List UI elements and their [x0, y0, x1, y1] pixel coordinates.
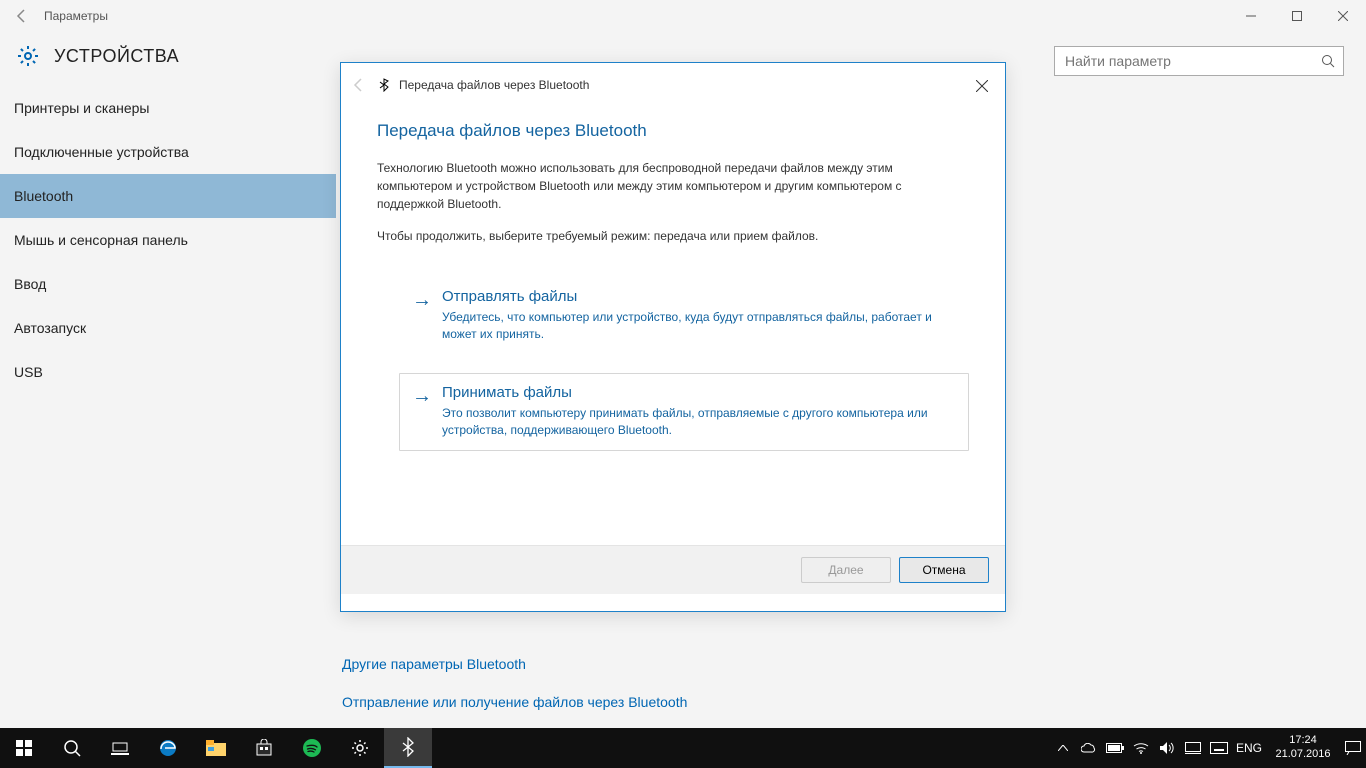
close-button[interactable]	[1320, 0, 1366, 32]
minimize-button[interactable]	[1228, 0, 1274, 32]
start-button[interactable]	[0, 728, 48, 768]
dialog-paragraph-1: Технологию Bluetooth можно использовать …	[377, 159, 969, 213]
edge-icon[interactable]	[144, 728, 192, 768]
settings-titlebar: Параметры	[0, 0, 1366, 32]
page-title: УСТРОЙСТВА	[54, 46, 179, 67]
sidebar-item-bluetooth[interactable]: Bluetooth	[0, 174, 336, 218]
tray-chevron-icon[interactable]	[1050, 728, 1076, 768]
tray-battery-icon[interactable]	[1102, 728, 1128, 768]
tray-clock[interactable]: 17:24 21.07.2016	[1272, 734, 1334, 762]
bluetooth-transfer-dialog: Передача файлов через Bluetooth Передача…	[340, 62, 1006, 612]
arrow-right-icon: →	[412, 290, 432, 310]
search-box[interactable]	[1054, 46, 1344, 76]
cancel-button[interactable]: Отмена	[899, 557, 989, 583]
window-caption-buttons	[1228, 0, 1366, 32]
gear-icon	[16, 44, 40, 68]
link-send-receive-bt[interactable]: Отправление или получение файлов через B…	[342, 694, 1366, 710]
option-send-files[interactable]: → Отправлять файлы Убедитесь, что компью…	[399, 277, 969, 355]
cortana-search-icon[interactable]	[48, 728, 96, 768]
tray-keyboard-icon[interactable]	[1206, 728, 1232, 768]
spotify-icon[interactable]	[288, 728, 336, 768]
search-input[interactable]	[1063, 52, 1321, 70]
tray-input-icon[interactable]	[1180, 728, 1206, 768]
sidebar-item-connected-devices[interactable]: Подключенные устройства	[0, 130, 336, 174]
tray-onedrive-icon[interactable]	[1076, 728, 1102, 768]
tray-volume-icon[interactable]	[1154, 728, 1180, 768]
dialog-back-button[interactable]	[351, 77, 367, 93]
sidebar-item-autoplay[interactable]: Автозапуск	[0, 306, 336, 350]
settings-taskbar-icon[interactable]	[336, 728, 384, 768]
window-title: Параметры	[44, 9, 108, 23]
dialog-close-button[interactable]	[967, 71, 997, 101]
option-receive-files[interactable]: → Принимать файлы Это позволит компьютер…	[399, 373, 969, 451]
option-title: Отправлять файлы	[442, 288, 956, 305]
option-title: Принимать файлы	[442, 384, 956, 401]
search-icon	[1321, 54, 1335, 68]
tray-language[interactable]: ENG	[1236, 741, 1262, 755]
dialog-header: Передача файлов через Bluetooth	[341, 63, 1005, 107]
dialog-paragraph-2: Чтобы продолжить, выберите требуемый реж…	[377, 227, 969, 245]
link-other-bt-params[interactable]: Другие параметры Bluetooth	[342, 656, 1366, 672]
arrow-right-icon: →	[412, 386, 432, 406]
sidebar: Принтеры и сканеры Подключенные устройст…	[0, 80, 336, 728]
maximize-button[interactable]	[1274, 0, 1320, 32]
store-icon[interactable]	[240, 728, 288, 768]
sidebar-item-printers[interactable]: Принтеры и сканеры	[0, 86, 336, 130]
system-tray: ENG 17:24 21.07.2016	[1050, 728, 1366, 768]
sidebar-item-usb[interactable]: USB	[0, 350, 336, 394]
sidebar-item-mouse[interactable]: Мышь и сенсорная панель	[0, 218, 336, 262]
file-explorer-icon[interactable]	[192, 728, 240, 768]
bluetooth-taskbar-icon[interactable]	[384, 728, 432, 768]
back-button[interactable]	[8, 2, 36, 30]
next-button: Далее	[801, 557, 891, 583]
option-desc: Убедитесь, что компьютер или устройство,…	[442, 309, 956, 344]
dialog-title: Передача файлов через Bluetooth	[399, 78, 589, 92]
dialog-heading: Передача файлов через Bluetooth	[377, 121, 969, 141]
dialog-footer: Далее Отмена	[341, 545, 1005, 594]
sidebar-item-input[interactable]: Ввод	[0, 262, 336, 306]
option-desc: Это позволит компьютеру принимать файлы,…	[442, 405, 956, 440]
task-view-icon[interactable]	[96, 728, 144, 768]
tray-wifi-icon[interactable]	[1128, 728, 1154, 768]
tray-action-center-icon[interactable]	[1340, 728, 1366, 768]
bluetooth-icon	[377, 78, 391, 92]
